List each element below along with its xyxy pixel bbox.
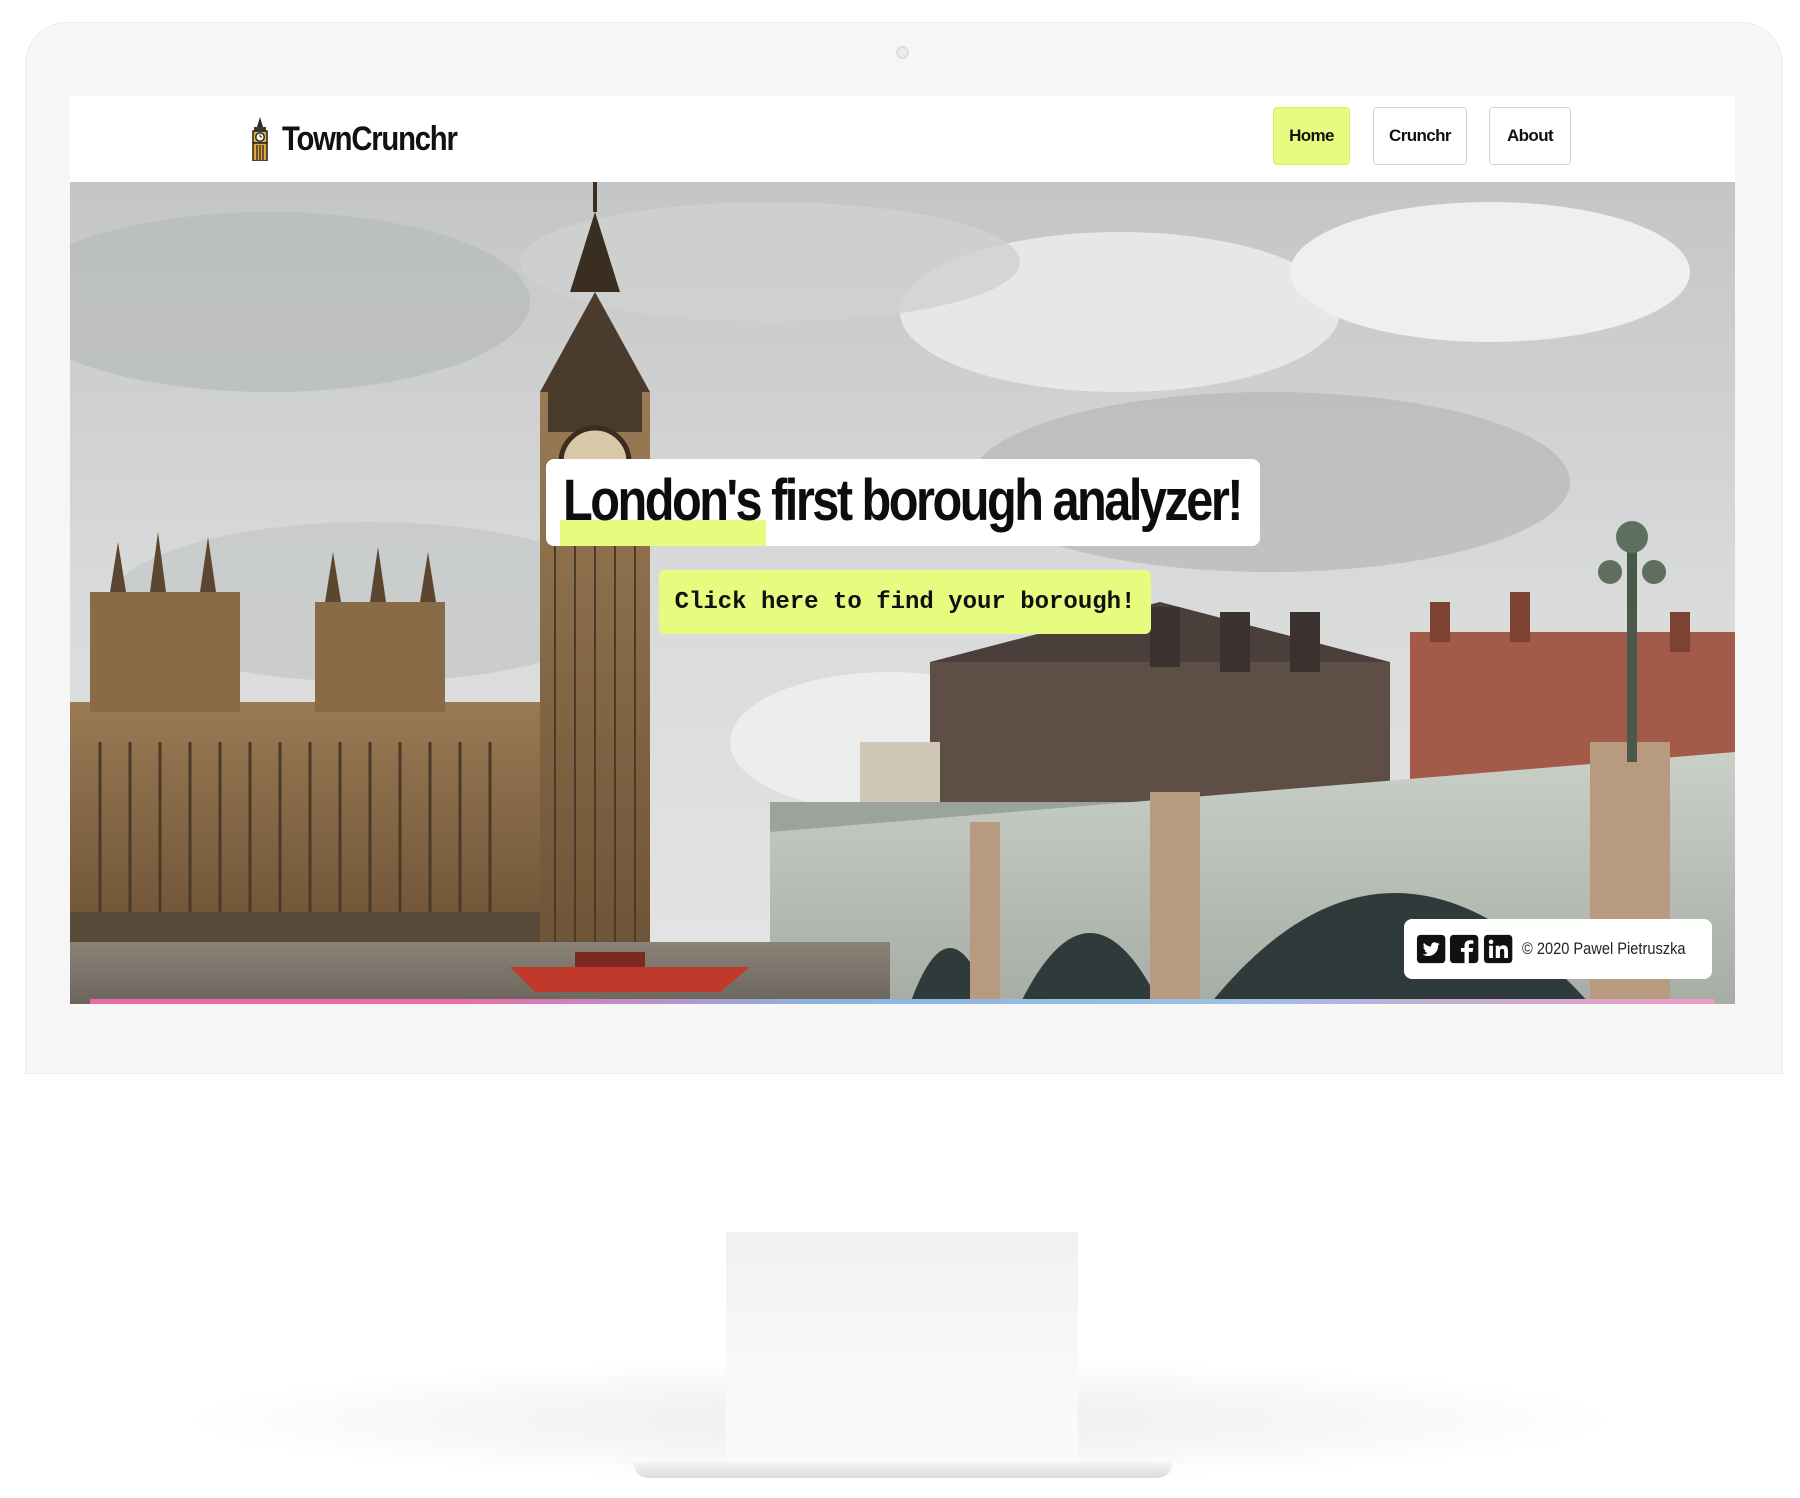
navbar: TownCrunchr Home Crunchr About xyxy=(70,96,1735,182)
brand-logo[interactable]: TownCrunchr xyxy=(248,114,485,164)
gradient-divider xyxy=(90,999,1715,1004)
browser-viewport: TownCrunchr Home Crunchr About London's … xyxy=(70,96,1735,1004)
monitor-stand-base xyxy=(634,1462,1172,1478)
twitter-icon[interactable] xyxy=(1416,933,1446,965)
linkedin-icon[interactable] xyxy=(1483,933,1513,965)
monitor-mockup: TownCrunchr Home Crunchr About London's … xyxy=(0,0,1800,1498)
camera-icon xyxy=(896,46,909,59)
nav-crunchr-button[interactable]: Crunchr xyxy=(1373,107,1467,165)
nav-home-button[interactable]: Home xyxy=(1273,107,1350,165)
brand-name: TownCrunchr xyxy=(282,119,458,158)
hero-headline-box: London's first borough analyzer! xyxy=(546,459,1260,546)
copyright-text: © 2020 Pawel Pietruszka xyxy=(1521,939,1686,958)
nav-about-button[interactable]: About xyxy=(1489,107,1571,165)
facebook-icon[interactable] xyxy=(1449,933,1479,965)
monitor-stand xyxy=(726,1232,1078,1472)
big-ben-clock-icon xyxy=(252,117,268,161)
footer: © 2020 Pawel Pietruszka xyxy=(1404,919,1712,979)
find-borough-button[interactable]: Click here to find your borough! xyxy=(659,570,1151,634)
hero-headline: London's first borough analyzer! xyxy=(563,468,1244,533)
